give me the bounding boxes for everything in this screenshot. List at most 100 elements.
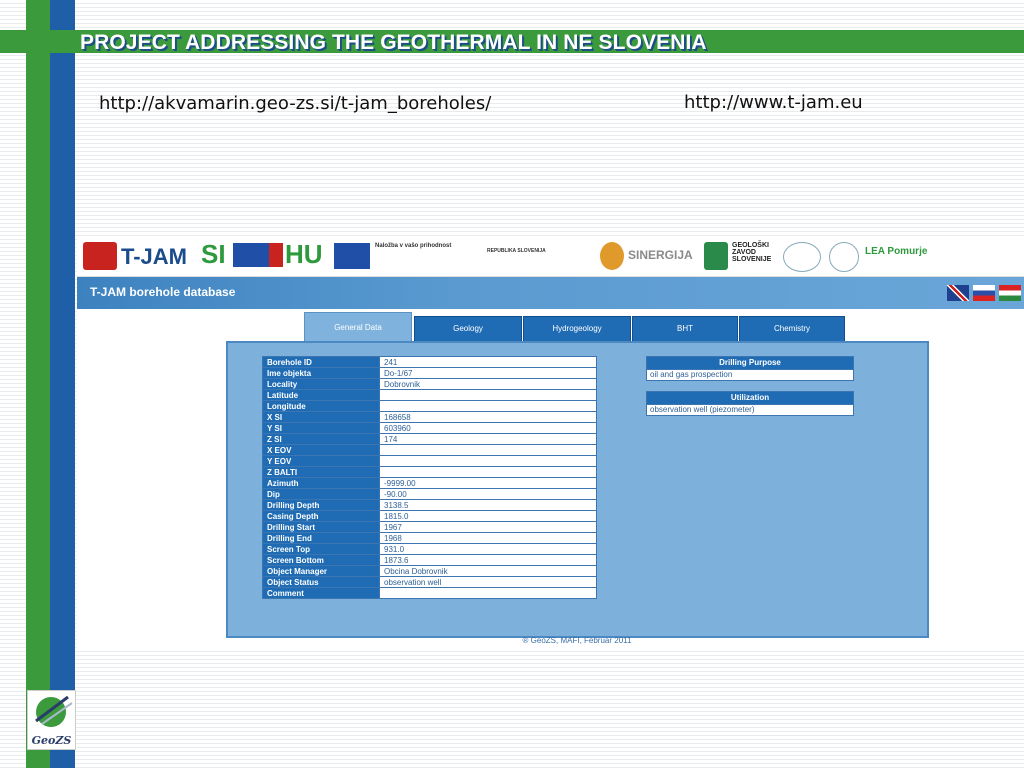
table-row: Locality Dobrovnik xyxy=(262,378,597,390)
field-label: Borehole ID xyxy=(262,356,380,368)
field-label: Locality xyxy=(262,378,380,390)
field-value: 603960 xyxy=(379,422,597,434)
field-label: Comment xyxy=(262,587,380,599)
field-value: 931.0 xyxy=(379,543,597,555)
eu-flag-icon-2 xyxy=(334,243,370,269)
table-row: X EOV xyxy=(262,444,597,456)
si-logo: SI xyxy=(201,239,226,269)
tab-bht[interactable]: BHT xyxy=(632,316,738,342)
field-value: 1968 xyxy=(379,532,597,544)
field-value xyxy=(379,455,597,467)
table-row: Y EOV xyxy=(262,455,597,467)
field-value: -90.00 xyxy=(379,488,597,500)
tab-chemistry[interactable]: Chemistry xyxy=(739,316,845,342)
table-row: Ime objekta Do-1/67 xyxy=(262,367,597,379)
table-row: Y SI 603960 xyxy=(262,422,597,434)
table-row: X SI 168658 xyxy=(262,411,597,423)
field-value: 3138.5 xyxy=(379,499,597,511)
geoloski-logo: GEOLOŠKI ZAVOD SLOVENIJE xyxy=(732,242,772,263)
field-label: Screen Bottom xyxy=(262,554,380,566)
app-footer: ® GeoZS, MAFI, Februar 2011 xyxy=(522,636,632,645)
field-label: Y EOV xyxy=(262,455,380,467)
geozs-logo-text: GeoZS xyxy=(31,734,72,747)
boreholes-link[interactable]: http://akvamarin.geo-zs.si/t-jam_borehol… xyxy=(99,93,491,114)
field-label: Z BALTI xyxy=(262,466,380,478)
drilling-purpose-value: oil and gas prospection xyxy=(646,370,854,381)
field-label: X SI xyxy=(262,411,380,423)
field-value: 1873.6 xyxy=(379,554,597,566)
eu-flag-icon xyxy=(233,243,269,267)
hungary-flag-icon[interactable] xyxy=(999,285,1021,301)
table-row: Borehole ID 241 xyxy=(262,356,597,368)
field-label: Y SI xyxy=(262,422,380,434)
field-value xyxy=(379,587,597,599)
hu-logo: HU xyxy=(285,239,323,269)
table-row: Drilling Start 1967 xyxy=(262,521,597,533)
field-label: Drilling Start xyxy=(262,521,380,533)
slovenia-flag-icon[interactable] xyxy=(973,285,995,301)
uk-flag-icon[interactable] xyxy=(947,285,969,301)
table-row: Z SI 174 xyxy=(262,433,597,445)
field-value: -9999.00 xyxy=(379,477,597,489)
field-value: Dobrovnik xyxy=(379,378,597,390)
field-label: Drilling Depth xyxy=(262,499,380,511)
table-row: Object Status observation well xyxy=(262,576,597,588)
partner-logo-bar: T-JAM SI HU Naložba v vašo prihodnost RE… xyxy=(77,238,1024,277)
field-label: Screen Top xyxy=(262,543,380,555)
field-label: Ime objekta xyxy=(262,367,380,379)
field-value: Do-1/67 xyxy=(379,367,597,379)
field-value: 1967 xyxy=(379,521,597,533)
field-value xyxy=(379,400,597,412)
seal-icon-2 xyxy=(829,242,859,272)
tjam-emblem-icon xyxy=(83,242,117,270)
field-value xyxy=(379,444,597,456)
general-data-panel: Borehole ID 241 Ime objekta Do-1/67 Locality… xyxy=(226,341,929,638)
table-row: Drilling Depth 3138.5 xyxy=(262,499,597,511)
table-row: Latitude xyxy=(262,389,597,401)
hu-mark-icon xyxy=(269,243,283,267)
field-value xyxy=(379,389,597,401)
left-green-bar xyxy=(26,0,50,768)
table-row: Z BALTI xyxy=(262,466,597,478)
field-label: Drilling End xyxy=(262,532,380,544)
seal-icon xyxy=(783,242,821,272)
utilization-value: observation well (piezometer) xyxy=(646,405,854,416)
field-value: 174 xyxy=(379,433,597,445)
geozs-globe-icon xyxy=(35,695,73,727)
nalozba-text: Naložba v vašo prihodnost xyxy=(375,243,452,249)
sinergija-icon xyxy=(600,242,624,270)
tab-geology[interactable]: Geology xyxy=(414,316,522,342)
table-row: Dip -90.00 xyxy=(262,488,597,500)
tab-general-data[interactable]: General Data xyxy=(304,312,412,344)
field-label: X EOV xyxy=(262,444,380,456)
field-value xyxy=(379,466,597,478)
field-label: Azimuth xyxy=(262,477,380,489)
field-label: Longitude xyxy=(262,400,380,412)
field-value: 1815.0 xyxy=(379,510,597,522)
table-row: Comment xyxy=(262,587,597,599)
app-header: T-JAM borehole database xyxy=(77,277,1024,309)
field-value: Obcina Dobrovnik xyxy=(379,565,597,577)
tjam-link[interactable]: http://www.t-jam.eu xyxy=(684,92,863,113)
field-label: Latitude xyxy=(262,389,380,401)
utilization-box: Utilization observation well (piezometer… xyxy=(646,391,854,416)
field-label: Z SI xyxy=(262,433,380,445)
sinergija-logo: SINERGIJA xyxy=(628,248,693,262)
utilization-header: Utilization xyxy=(646,391,854,405)
table-row: Screen Top 931.0 xyxy=(262,543,597,555)
tjam-logo: T-JAM xyxy=(121,244,187,269)
table-row: Longitude xyxy=(262,400,597,412)
tab-hydrogeology[interactable]: Hydrogeology xyxy=(523,316,631,342)
field-label: Dip xyxy=(262,488,380,500)
app-title: T-JAM borehole database xyxy=(90,285,236,299)
field-label: Object Manager xyxy=(262,565,380,577)
geozs-icon xyxy=(704,242,728,270)
table-row: Azimuth -9999.00 xyxy=(262,477,597,489)
field-label: Object Status xyxy=(262,576,380,588)
left-blue-bar xyxy=(50,0,75,768)
field-value: 241 xyxy=(379,356,597,368)
geozs-corner-logo: GeoZS xyxy=(27,690,76,750)
slide-title: PROJECT ADDRESSING THE GEOTHERMAL IN NE … xyxy=(80,31,707,54)
field-value: observation well xyxy=(379,576,597,588)
borehole-database-screenshot: T-JAM SI HU Naložba v vašo prihodnost RE… xyxy=(77,238,1024,648)
